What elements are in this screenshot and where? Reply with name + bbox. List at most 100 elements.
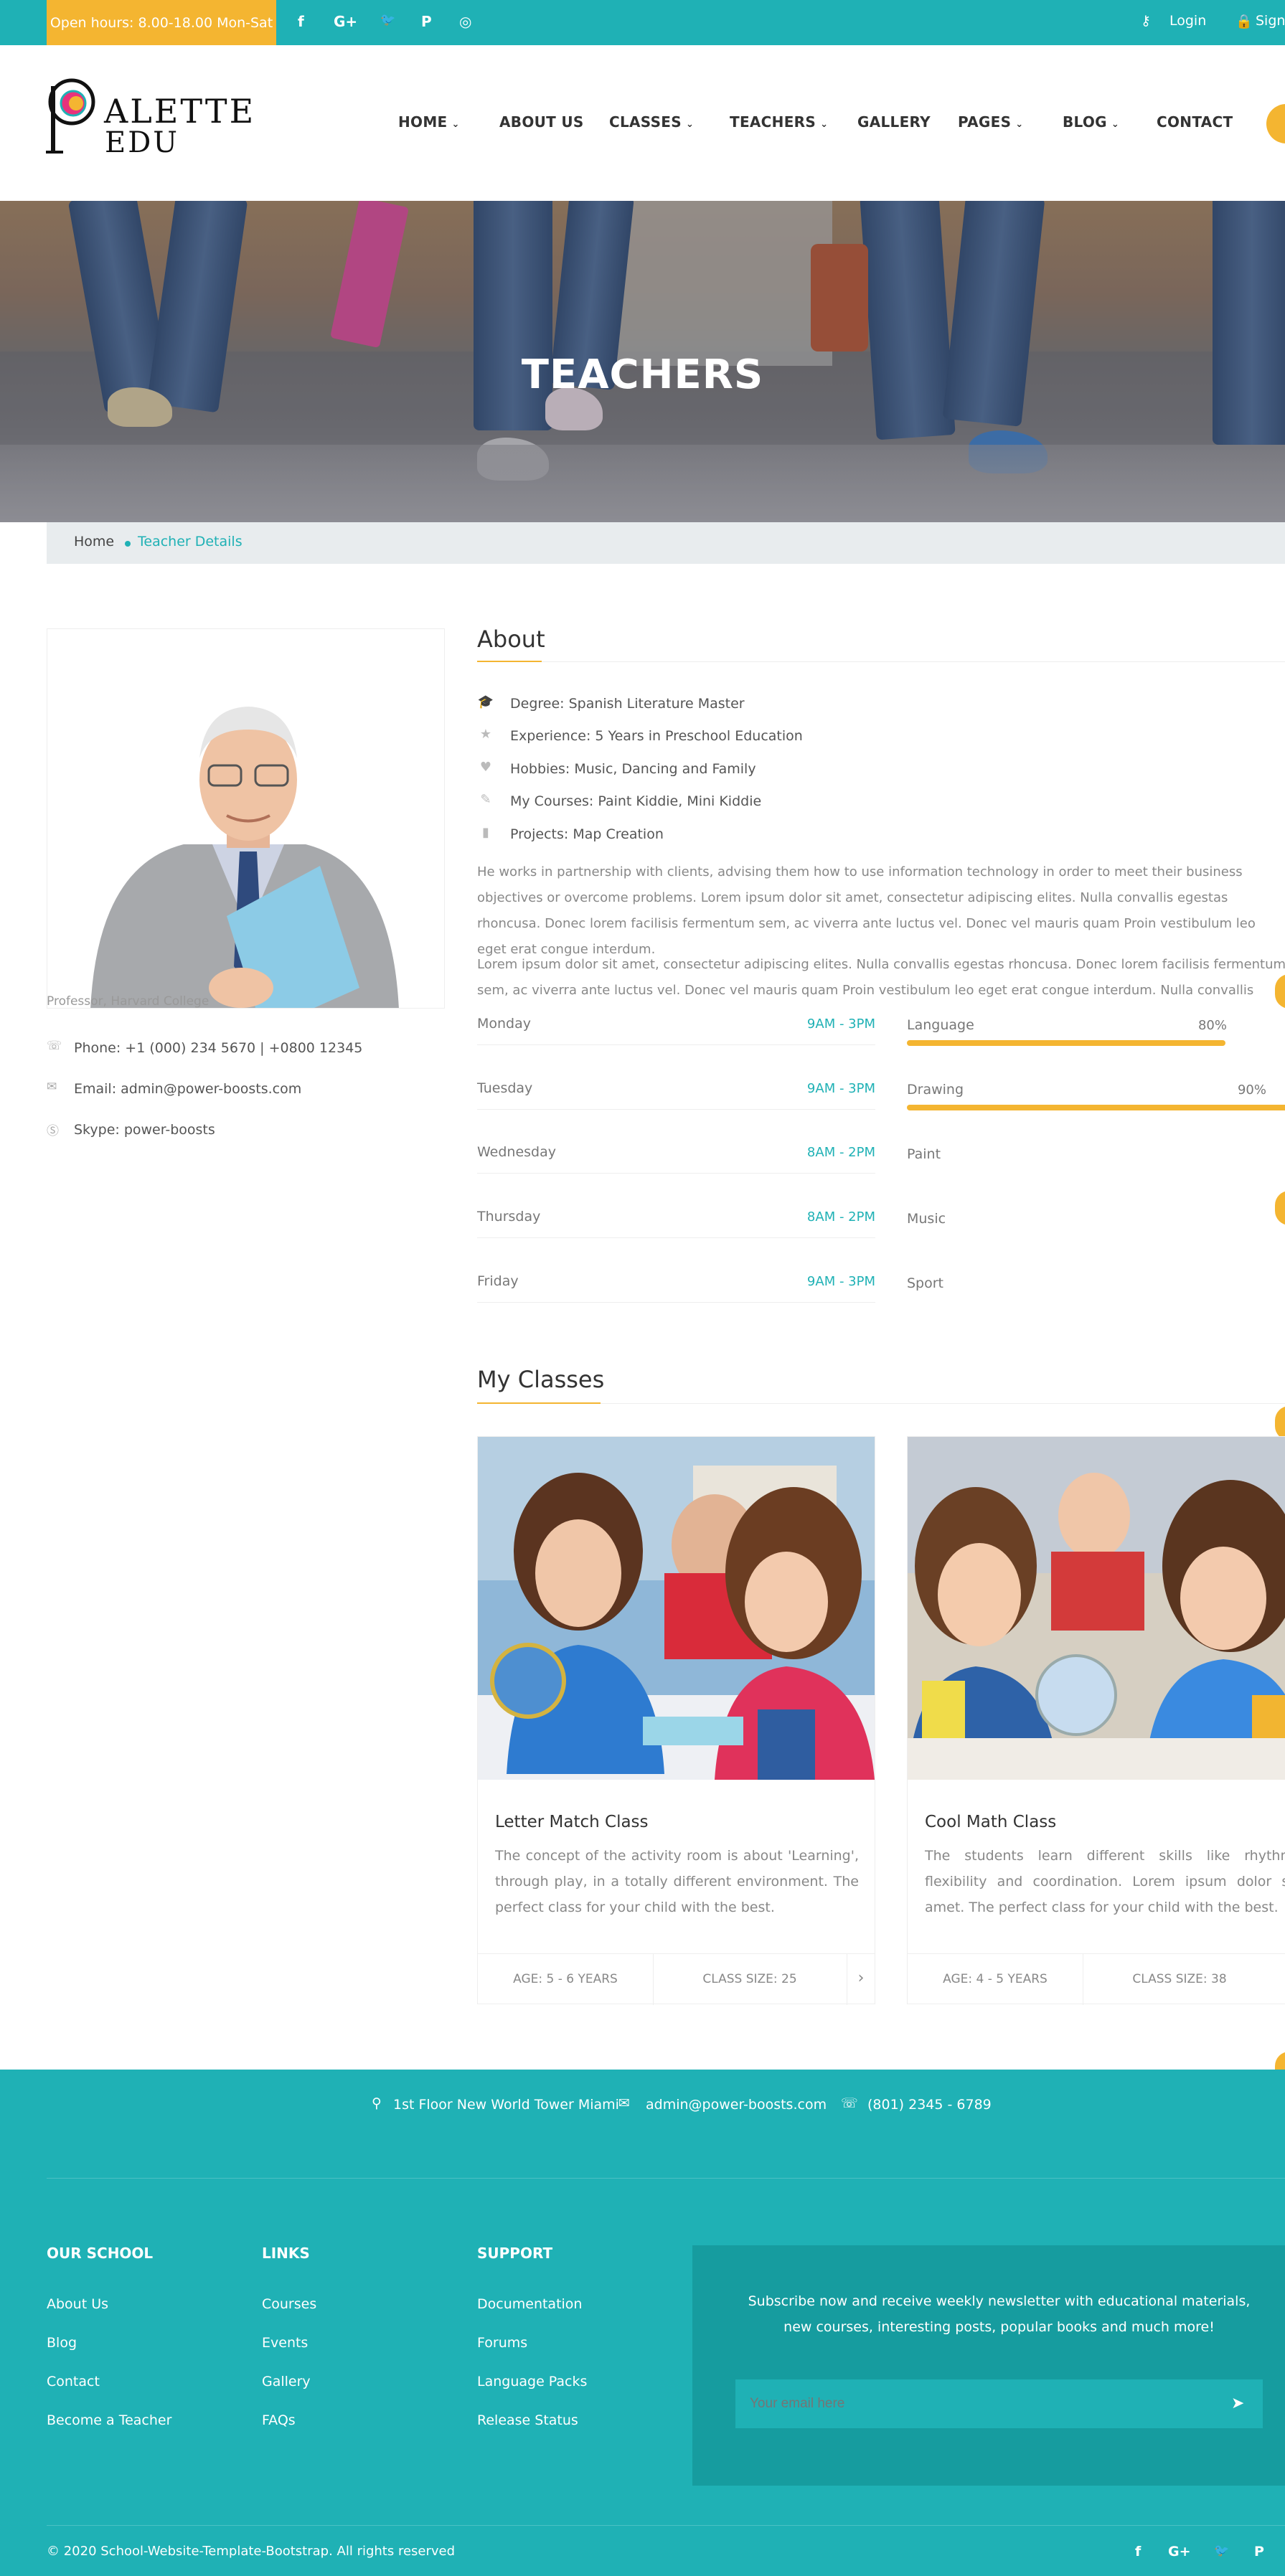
logo-subtext: EDU	[105, 126, 179, 159]
heart-icon: ♥	[479, 760, 492, 775]
class-title[interactable]: Letter Match Class	[495, 1813, 649, 1831]
send-icon[interactable]: ➤	[1231, 2395, 1244, 2412]
star-icon: ★	[479, 727, 492, 742]
nav-gallery[interactable]: GALLERY	[857, 113, 931, 131]
side-tab[interactable]	[1275, 1191, 1285, 1225]
schedule-day: Monday	[477, 1016, 532, 1032]
footer-link[interactable]: Documentation	[477, 2296, 582, 2312]
class-description: The concept of the activity room is abou…	[495, 1848, 859, 1915]
skill-bar	[907, 1040, 1225, 1046]
footer-link[interactable]: Contact	[47, 2374, 100, 2389]
schedule-time: 8AM - 2PM	[806, 1145, 875, 1160]
heading-underline	[477, 661, 542, 662]
divider	[477, 1044, 875, 1045]
newsletter-text: Subscribe now and receive weekly newslet…	[748, 2293, 1251, 2335]
pinterest-icon[interactable]: P	[421, 13, 432, 30]
chevron-right-icon[interactable]: ›	[847, 1969, 875, 1987]
nav-classes[interactable]: CLASSES ⌄	[609, 113, 694, 131]
login-link[interactable]: Login	[1169, 13, 1206, 29]
nav-home[interactable]: HOME ⌄	[398, 113, 460, 131]
envelope-icon: ✉	[47, 1080, 57, 1094]
footer-link[interactable]: Blog	[47, 2335, 77, 2351]
side-tab[interactable]	[1275, 1406, 1285, 1440]
breadcrumb-separator	[125, 541, 131, 547]
class-card[interactable]: Letter Match Class The concept of the ac…	[477, 1436, 875, 2005]
about-paragraph-2: Lorem ipsum dolor sit amet, consectetur …	[477, 957, 1285, 998]
footer-link[interactable]: FAQs	[262, 2412, 296, 2428]
copyright: © 2020 School-Website-Template-Bootstrap…	[47, 2544, 456, 2559]
schedule-day: Thursday	[477, 1209, 541, 1225]
fact-hobbies: Hobbies: Music, Dancing and Family	[510, 761, 756, 777]
schedule-day: Wednesday	[477, 1144, 557, 1160]
chevron-down-icon: ⌄	[1111, 119, 1120, 130]
pinterest-icon[interactable]: P	[1254, 2544, 1264, 2560]
footer-link[interactable]: Release Status	[477, 2412, 578, 2428]
footer-link[interactable]: Language Packs	[477, 2374, 587, 2389]
divider	[47, 2178, 1285, 2179]
teacher-role: Professor, Harvard College	[47, 994, 210, 1009]
instagram-icon[interactable]: ◎	[459, 13, 471, 30]
graduation-cap-icon: 🎓	[477, 694, 494, 709]
chevron-down-icon: ⌄	[451, 119, 460, 130]
classes-heading: My Classes	[477, 1366, 605, 1393]
logo-text: ALETTE	[104, 92, 256, 131]
skill-percent: 80%	[1197, 1018, 1227, 1033]
fact-experience: Experience: 5 Years in Preschool Educati…	[510, 728, 803, 744]
footer-link[interactable]: About Us	[47, 2296, 108, 2312]
phone-icon: ☏	[841, 2095, 858, 2111]
teacher-email[interactable]: Email: admin@power-boosts.com	[74, 1081, 301, 1097]
schedule-day: Friday	[477, 1273, 519, 1289]
logo-icon[interactable]	[43, 72, 100, 158]
facebook-icon[interactable]: f	[1135, 2544, 1141, 2560]
skill-name: Music	[907, 1211, 946, 1227]
nav-teachers[interactable]: TEACHERS ⌄	[730, 113, 828, 131]
map-marker-icon: ⚲	[372, 2095, 382, 2111]
class-image	[478, 1437, 875, 1780]
class-card[interactable]: Cool Math Class The students learn diffe…	[907, 1436, 1285, 2005]
breadcrumb-home[interactable]: Home	[74, 534, 114, 549]
newsletter-email-input[interactable]	[735, 2379, 1263, 2428]
chevron-down-icon: ⌄	[1015, 119, 1024, 130]
footer-col-heading: OUR SCHOOL	[47, 2245, 154, 2262]
divider	[477, 1237, 875, 1238]
skill-name: Language	[907, 1017, 974, 1033]
about-heading: About	[477, 626, 545, 653]
skill-percent: 90%	[1237, 1082, 1266, 1098]
google-plus-icon[interactable]: G+	[334, 13, 357, 30]
bookmark-icon: ▮	[482, 825, 489, 840]
fact-projects: Projects: Map Creation	[510, 826, 664, 842]
nav-contact[interactable]: CONTACT	[1157, 113, 1233, 131]
footer-link[interactable]: Events	[262, 2335, 308, 2351]
nav-blog[interactable]: BLOG ⌄	[1063, 113, 1119, 131]
class-age: AGE: 4 - 5 YEARS	[943, 1972, 1048, 1986]
footer-address: 1st Floor New World Tower Miami	[393, 2097, 619, 2113]
footer-link[interactable]: Courses	[262, 2296, 316, 2312]
breadcrumb-current: Teacher Details	[138, 534, 243, 549]
nav-about-us[interactable]: ABOUT US	[499, 113, 584, 131]
chevron-down-icon: ⌄	[685, 119, 695, 130]
footer-link[interactable]: Forums	[477, 2335, 527, 2351]
google-plus-icon[interactable]: G+	[1168, 2544, 1191, 2560]
lock-icon: 🔒	[1235, 14, 1253, 29]
teacher-skype[interactable]: Skype: power-boosts	[74, 1122, 215, 1138]
class-image	[908, 1437, 1285, 1780]
sign-link[interactable]: Sign	[1256, 13, 1285, 29]
footer-link[interactable]: Gallery	[262, 2374, 311, 2389]
class-title[interactable]: Cool Math Class	[925, 1813, 1056, 1831]
facebook-icon[interactable]: f	[298, 13, 304, 30]
chevron-down-icon: ⌄	[820, 119, 829, 130]
schedule-time: 9AM - 3PM	[806, 1016, 875, 1032]
twitter-icon[interactable]: 🐦	[1214, 2544, 1229, 2558]
class-age: AGE: 5 - 6 YEARS	[513, 1972, 618, 1986]
skill-name: Sport	[907, 1275, 944, 1291]
class-size: CLASS SIZE: 38	[1132, 1972, 1227, 1986]
nav-pages[interactable]: PAGES ⌄	[958, 113, 1024, 131]
twitter-icon[interactable]: 🐦	[380, 13, 395, 27]
schedule-time: 9AM - 3PM	[806, 1274, 875, 1289]
footer-link[interactable]: Become a Teacher	[47, 2412, 171, 2428]
skill-bar	[907, 1105, 1285, 1110]
newsletter-box	[692, 2245, 1285, 2486]
page-title: TEACHERS	[521, 352, 764, 398]
skype-icon: Ⓢ	[47, 1124, 59, 1138]
footer-email[interactable]: admin@power-boosts.com	[646, 2097, 827, 2113]
